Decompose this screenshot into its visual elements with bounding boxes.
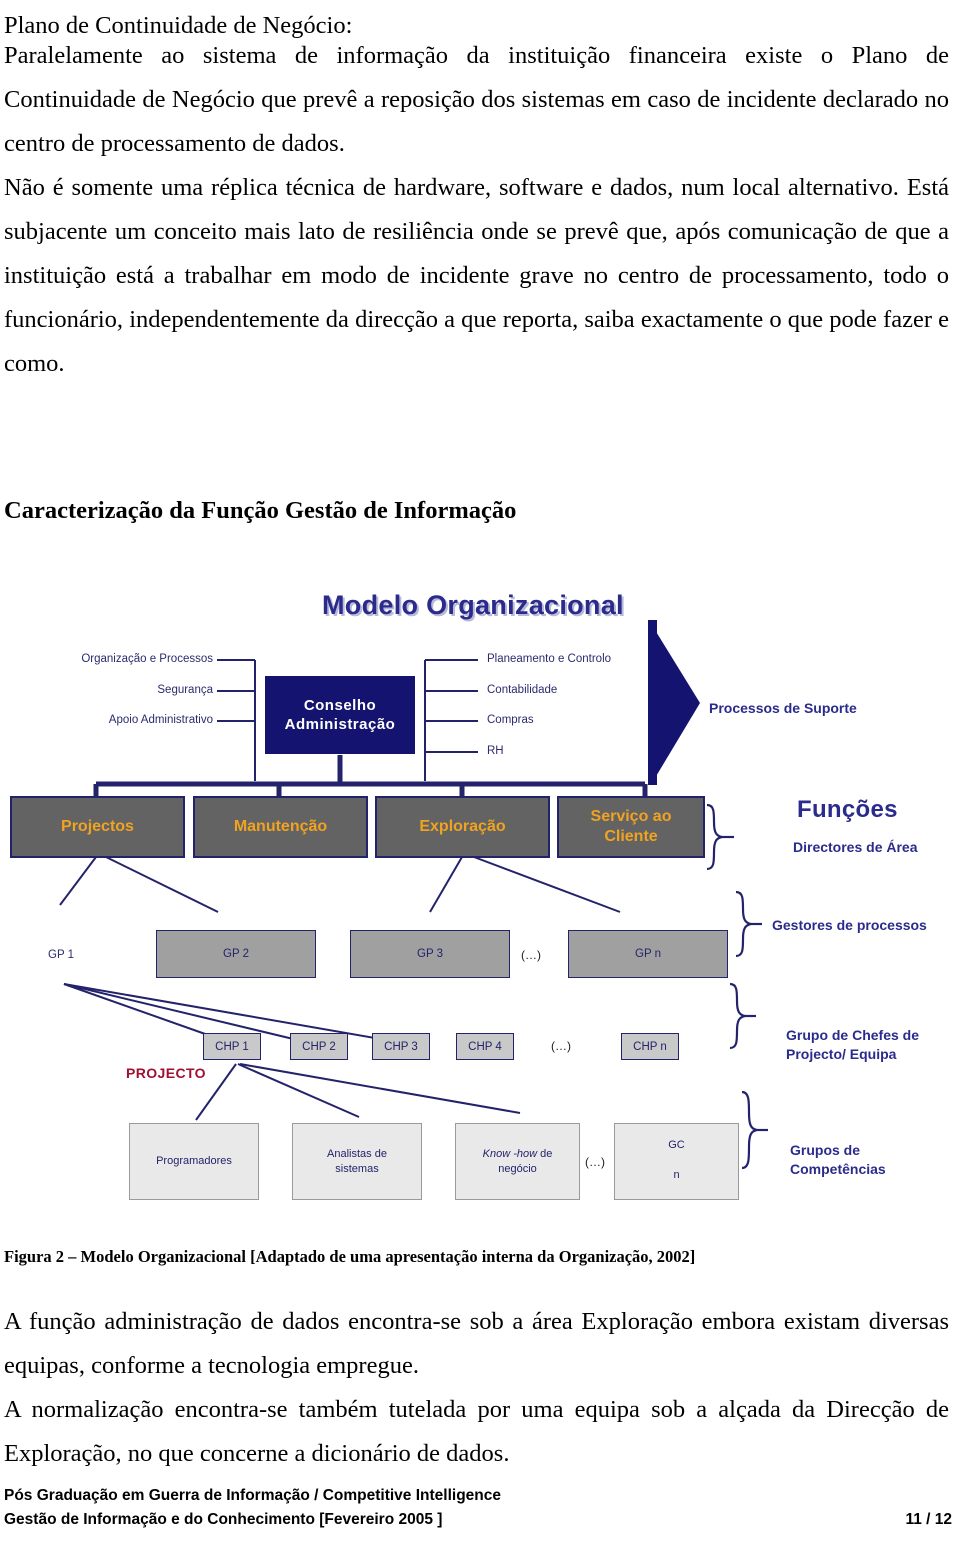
function-box-manutencao: Manutenção	[193, 796, 368, 858]
paragraph-2: Não é somente uma réplica técnica de har…	[4, 174, 949, 377]
footer-line-1: Pós Graduação em Guerra de Informação / …	[4, 1487, 502, 1504]
chp-box-2: CHP 2	[290, 1033, 348, 1060]
grupos-de-competencias-label: Grupos de Competências	[790, 1142, 886, 1177]
leaf-organizacao-e-processos: Organização e Processos	[81, 653, 213, 665]
gp-ellipsis: (…)	[521, 948, 541, 962]
gp-box-n: GP n	[568, 930, 728, 978]
support-arrow-icon	[655, 630, 700, 778]
gp-1-label: GP 1	[48, 949, 74, 961]
grupo-chefes-projecto-label: Grupo de Chefes de Projecto/ Equipa	[786, 1027, 920, 1062]
leaf-planeamento-e-controlo: Planeamento e Controlo	[487, 653, 612, 665]
function-box-projectos: Projectos	[10, 796, 185, 858]
competency-box-know-how-de-negocio: Know -how de negócio	[455, 1123, 580, 1200]
competency-ellipsis: (…)	[585, 1155, 605, 1169]
gp-box-3: GP 3	[350, 930, 510, 978]
chp-box-n: CHP n	[621, 1033, 679, 1060]
function-box-servico-ao-cliente: Serviço ao Cliente	[557, 796, 705, 858]
competency-box-analistas-de-sistemas: Analistas de sistemas	[292, 1123, 422, 1200]
competency-box-programadores: Programadores	[129, 1123, 259, 1200]
directores-de-area-label: Directores de Área	[793, 839, 918, 855]
know-how-label: Know -how de negócio	[482, 1147, 553, 1175]
leaf-contabilidade: Contabilidade	[487, 684, 558, 696]
paragraph-4: A normalização encontra-se também tutela…	[4, 1396, 949, 1467]
processos-de-suporte-label: Processos de Suporte	[709, 700, 857, 716]
chp-box-3: CHP 3	[372, 1033, 430, 1060]
gp-box-2: GP 2	[156, 930, 316, 978]
conselho-administracao-box: Conselho Administração	[265, 676, 415, 754]
footer-line-2: Gestão de Informação e do Conhecimento […	[4, 1511, 443, 1528]
page-number: 11 / 12	[905, 1511, 952, 1528]
leaf-apoio-administrativo: Apoio Administrativo	[108, 714, 213, 726]
analistas-label: Analistas de sistemas	[327, 1147, 387, 1175]
leaf-rh: RH	[487, 745, 504, 757]
conselho-administracao-label: Conselho Administração	[284, 697, 396, 733]
leaf-seguranca: Segurança	[157, 684, 213, 696]
gc-n-label: GC n	[668, 1139, 685, 1181]
chp-ellipsis: (…)	[551, 1039, 571, 1053]
document-page: Plano de Continuidade de Negócio: Parale…	[0, 0, 960, 1561]
leaf-compras: Compras	[487, 714, 534, 726]
organizational-model-figure: Modelo Organizacional Organização e Proc…	[0, 560, 960, 1240]
figure-title: Modelo Organizacional	[322, 590, 624, 620]
chp-box-1: CHP 1	[203, 1033, 261, 1060]
figure-caption: Figura 2 – Modelo Organizacional [Adapta…	[4, 1247, 696, 1266]
function-box-exploracao: Exploração	[375, 796, 550, 858]
funcoes-label: Funções	[797, 796, 898, 823]
chp-box-4: CHP 4	[456, 1033, 514, 1060]
competency-box-gc-n: GC n	[614, 1123, 739, 1200]
paragraph-3: A função administração de dados encontra…	[4, 1308, 949, 1379]
servico-ao-cliente-label: Serviço ao Cliente	[590, 808, 672, 845]
page-title: Caracterização da Função Gestão de Infor…	[4, 497, 517, 524]
paragraph-1: Paralelamente ao sistema de informação d…	[4, 42, 949, 157]
gestores-de-processos-label: Gestores de processos	[772, 917, 927, 933]
projecto-label: PROJECTO	[126, 1065, 206, 1081]
